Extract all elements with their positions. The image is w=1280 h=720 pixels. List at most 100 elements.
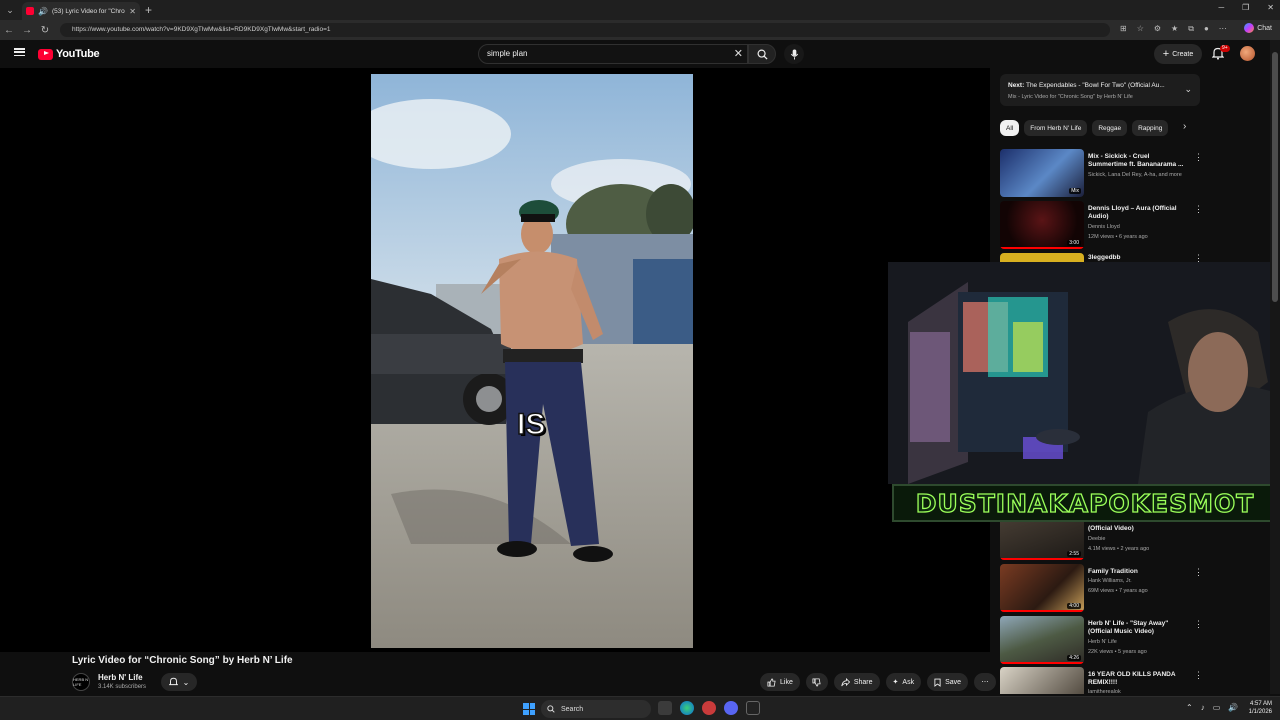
recommendation-item[interactable]: 3:00 Dennis Lloyd – Aura (Official Audio… [1000,201,1204,251]
next-video-title: The Expendables - "Bowl For Two" (Offici… [1025,82,1165,89]
more-vertical-icon[interactable]: ⋮ [1194,153,1203,162]
tab-actions-menu[interactable]: ⌄ [0,0,20,20]
recommendation-item[interactable]: 3leggedbb ⋮ [1000,253,1204,262]
tray-chevron-icon[interactable]: ⌃ [1186,703,1193,712]
search-value: simple plan [487,49,528,58]
chip-reggae[interactable]: Reggae [1092,120,1128,136]
task-view-icon[interactable] [658,701,672,715]
youtube-play-icon [38,48,53,60]
speaker-icon[interactable]: 🔊 [38,7,48,16]
channel-name[interactable]: Herb N' Life [98,673,143,682]
back-icon[interactable]: ← [0,25,18,36]
playlist-next-panel[interactable]: Next: The Expendables - "Bowl For Two" (… [1000,74,1200,106]
like-button[interactable]: Like [760,673,800,691]
more-menu-icon[interactable]: ⋯ [1219,24,1227,34]
volume-icon[interactable]: 🔊 [1228,703,1238,712]
subscription-bell-button[interactable]: ⌄ [161,673,197,691]
display-icon[interactable]: ▭ [1213,703,1221,712]
video-thumbnail[interactable]: 2:55 [1000,522,1084,560]
rec-title: 3leggedbb [1088,254,1121,261]
recommendation-item[interactable]: 4:26 Herb N' Life - "Stay Away" (Officia… [1000,616,1204,666]
expand-chevron-icon[interactable]: ⌄ [1184,84,1192,95]
edge-browser-icon[interactable] [680,701,694,715]
forward-icon[interactable]: → [18,25,36,36]
ask-button[interactable]: ✦ Ask [885,673,922,691]
close-window-icon[interactable]: ✕ [1267,3,1274,12]
chevron-right-icon[interactable]: › [1183,121,1186,132]
taskbar-clock[interactable]: 4:57 AM 1/1/2026 [1240,700,1272,716]
search-input[interactable]: simple plan ✕ [478,44,748,64]
rec-channel: Hank Williams, Jr. [1088,578,1132,584]
more-vertical-icon[interactable]: ⋮ [1194,568,1203,577]
close-tab-icon[interactable]: ✕ [129,7,136,16]
rec-title: 16 YEAR OLD KILLS PANDA REMIX!!!! [1088,671,1176,686]
scrollbar-thumb[interactable] [1272,52,1278,302]
recommendation-item[interactable]: 2:55 (Official Video) Deebie 4.1M views … [1000,522,1204,560]
video-thumbnail[interactable] [1000,253,1084,262]
maximize-icon[interactable]: ❐ [1242,3,1249,12]
rec-title: (Official Video) [1088,525,1134,532]
video-thumbnail[interactable]: 4:26 [1000,616,1084,664]
subscriber-count: 3.14K subscribers [98,684,147,690]
favorites-icon[interactable]: ★ [1171,24,1178,34]
chip-rapping[interactable]: Rapping [1132,120,1169,136]
rec-channel: Sickick, Lana Del Rey, A-ha, and more [1088,172,1182,178]
clear-search-icon[interactable]: ✕ [734,47,743,60]
account-avatar[interactable] [1240,46,1255,61]
recommendation-item[interactable]: 4:00 Family Tradition Hank Williams, Jr.… [1000,564,1204,614]
banner-text: DUSTINAKAPOKESMOT [915,488,1255,518]
guide-menu-icon[interactable] [14,48,25,56]
search-button[interactable] [748,44,776,64]
share-label: Share [853,678,873,686]
microphone-icon[interactable]: ♪ [1201,703,1205,712]
video-thumbnail[interactable] [1000,667,1084,694]
youtube-logo[interactable]: YouTube [38,48,100,60]
create-button[interactable]: + Create [1154,44,1202,64]
collections-icon[interactable]: ⧉ [1188,24,1194,34]
filter-chips: All From Herb N' Life Reggae Rapping [1000,120,1169,136]
rec-meta: 69M views • 7 years ago [1088,588,1148,594]
more-vertical-icon[interactable]: ⋮ [1194,671,1203,680]
channel-avatar[interactable]: HERB N LIFE [72,673,90,691]
extension-icon[interactable]: ⚙ [1154,24,1161,34]
taskbar-search[interactable]: Search [541,700,651,718]
save-button[interactable]: Save [927,673,969,691]
discord-icon[interactable] [724,701,738,715]
watch-progress-bar [1000,610,1084,612]
recommendation-item[interactable]: Mix Mix - Sickick - Cruel Summertime ft.… [1000,149,1204,199]
video-thumbnail[interactable]: 4:00 [1000,564,1084,612]
app-icon[interactable] [702,701,716,715]
copilot-chat-button[interactable]: Chat [1244,23,1272,33]
next-up-title: Next: The Expendables - "Bowl For Two" (… [1008,82,1183,89]
voice-search-button[interactable] [784,44,804,64]
more-vertical-icon[interactable]: ⋮ [1194,620,1203,629]
app-available-icon[interactable]: ⊞ [1120,24,1127,34]
url-field[interactable]: https://www.youtube.com/watch?v=9KD9XgTl… [60,23,1110,37]
next-prefix: Next: [1008,82,1025,89]
obs-icon[interactable] [746,701,760,715]
chip-from-channel[interactable]: From Herb N' Life [1024,120,1088,136]
ask-label: Ask [902,678,915,686]
chip-all[interactable]: All [1000,120,1020,136]
video-thumbnail[interactable]: Mix [1000,149,1084,197]
profile-icon[interactable]: ● [1204,24,1209,34]
video-frame[interactable] [371,74,693,648]
page-scrollbar[interactable] [1270,40,1280,694]
more-vertical-icon[interactable]: ⋮ [1194,254,1203,263]
favorite-star-icon[interactable]: ☆ [1137,24,1144,34]
reload-icon[interactable]: ↻ [36,25,54,36]
dislike-button[interactable] [805,673,828,691]
video-player[interactable]: IS [0,68,990,652]
recommendation-item[interactable]: 16 YEAR OLD KILLS PANDA REMIX!!!! lamith… [1000,667,1204,694]
minimize-icon[interactable]: ─ [1218,3,1224,12]
more-actions-button[interactable]: ⋯ [974,673,997,691]
new-tab-button[interactable]: + [145,3,152,17]
video-thumbnail[interactable]: 3:00 [1000,201,1084,249]
rec-channel: Dennis Lloyd [1088,224,1120,230]
share-button[interactable]: Share [833,673,880,691]
microphone-icon [790,48,798,60]
start-menu-icon[interactable] [523,703,535,715]
more-vertical-icon[interactable]: ⋮ [1194,205,1203,214]
browser-tab[interactable]: 🔊 (53) Lyric Video for "Chronic Song" by… [22,2,140,20]
create-label: Create [1172,50,1194,58]
